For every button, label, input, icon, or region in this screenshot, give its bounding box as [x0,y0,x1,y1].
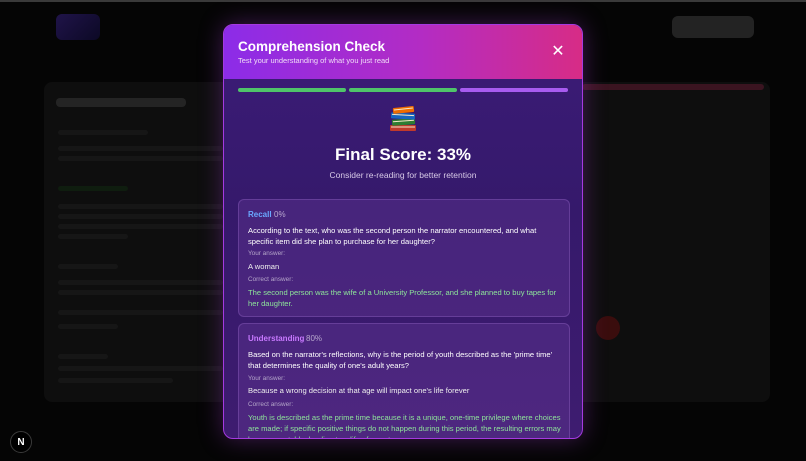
close-icon: ✕ [551,43,565,60]
background-text-line [58,214,223,219]
nextjs-badge[interactable]: N [10,431,32,453]
modal-title: Comprehension Check [238,39,386,54]
background-status-dot [596,316,620,340]
question-score: 0% [274,210,286,219]
books-icon [390,105,416,131]
background-text-line [58,378,173,383]
correct-answer-label: Correct answer: [248,401,294,408]
background-heading [56,98,186,107]
question-text: Based on the narrator's reflections, why… [248,350,553,370]
background-text-line [58,146,223,151]
header-button [672,16,754,38]
comprehension-check-modal: Comprehension Check Test your understand… [223,24,583,439]
question-result-card: Understanding 80% Based on the narrator'… [238,323,570,438]
modal-header: Comprehension Check Test your understand… [224,25,582,79]
background-text-line [58,264,118,269]
background-text-line [58,204,223,209]
modal-subtitle: Test your understanding of what you just… [238,56,390,65]
background-text-line [58,130,148,135]
background-text-line [58,310,223,315]
correct-answer: The second person was the wife of a Univ… [248,288,557,308]
score-message: Consider re-reading for better retention [329,170,477,180]
your-answer-label: Your answer: [248,375,286,382]
question-category: Understanding [248,334,305,343]
your-answer: A woman [248,262,280,271]
your-answer-label: Your answer: [248,250,286,257]
final-score: Final Score: 33% [334,145,472,164]
background-text-line [58,156,223,161]
background-text-line [58,186,128,191]
progress-segment-1 [238,88,346,92]
your-answer: Because a wrong decision at that age wil… [248,386,470,395]
background-text-line [58,366,223,371]
question-category: Recall [248,210,272,219]
background-text-line [58,224,223,229]
progress-segment-3 [460,88,568,92]
background-text-line [58,280,223,285]
background-text-line [58,290,223,295]
app-logo [56,14,100,40]
question-result-card: Recall 0% According to the text, who was… [238,199,570,317]
question-score: 80% [306,334,323,343]
close-button[interactable]: ✕ [548,42,568,62]
correct-answer-label: Correct answer: [248,276,294,283]
progress-segment-2 [349,88,457,92]
background-text-line [58,234,128,239]
background-text-line [58,354,108,359]
correct-answer: Youth is described as the prime time bec… [248,413,561,438]
question-text: According to the text, who was the secon… [248,226,537,246]
background-progress-bar [582,84,764,90]
window-top-border [0,0,806,2]
background-text-line [58,324,118,329]
